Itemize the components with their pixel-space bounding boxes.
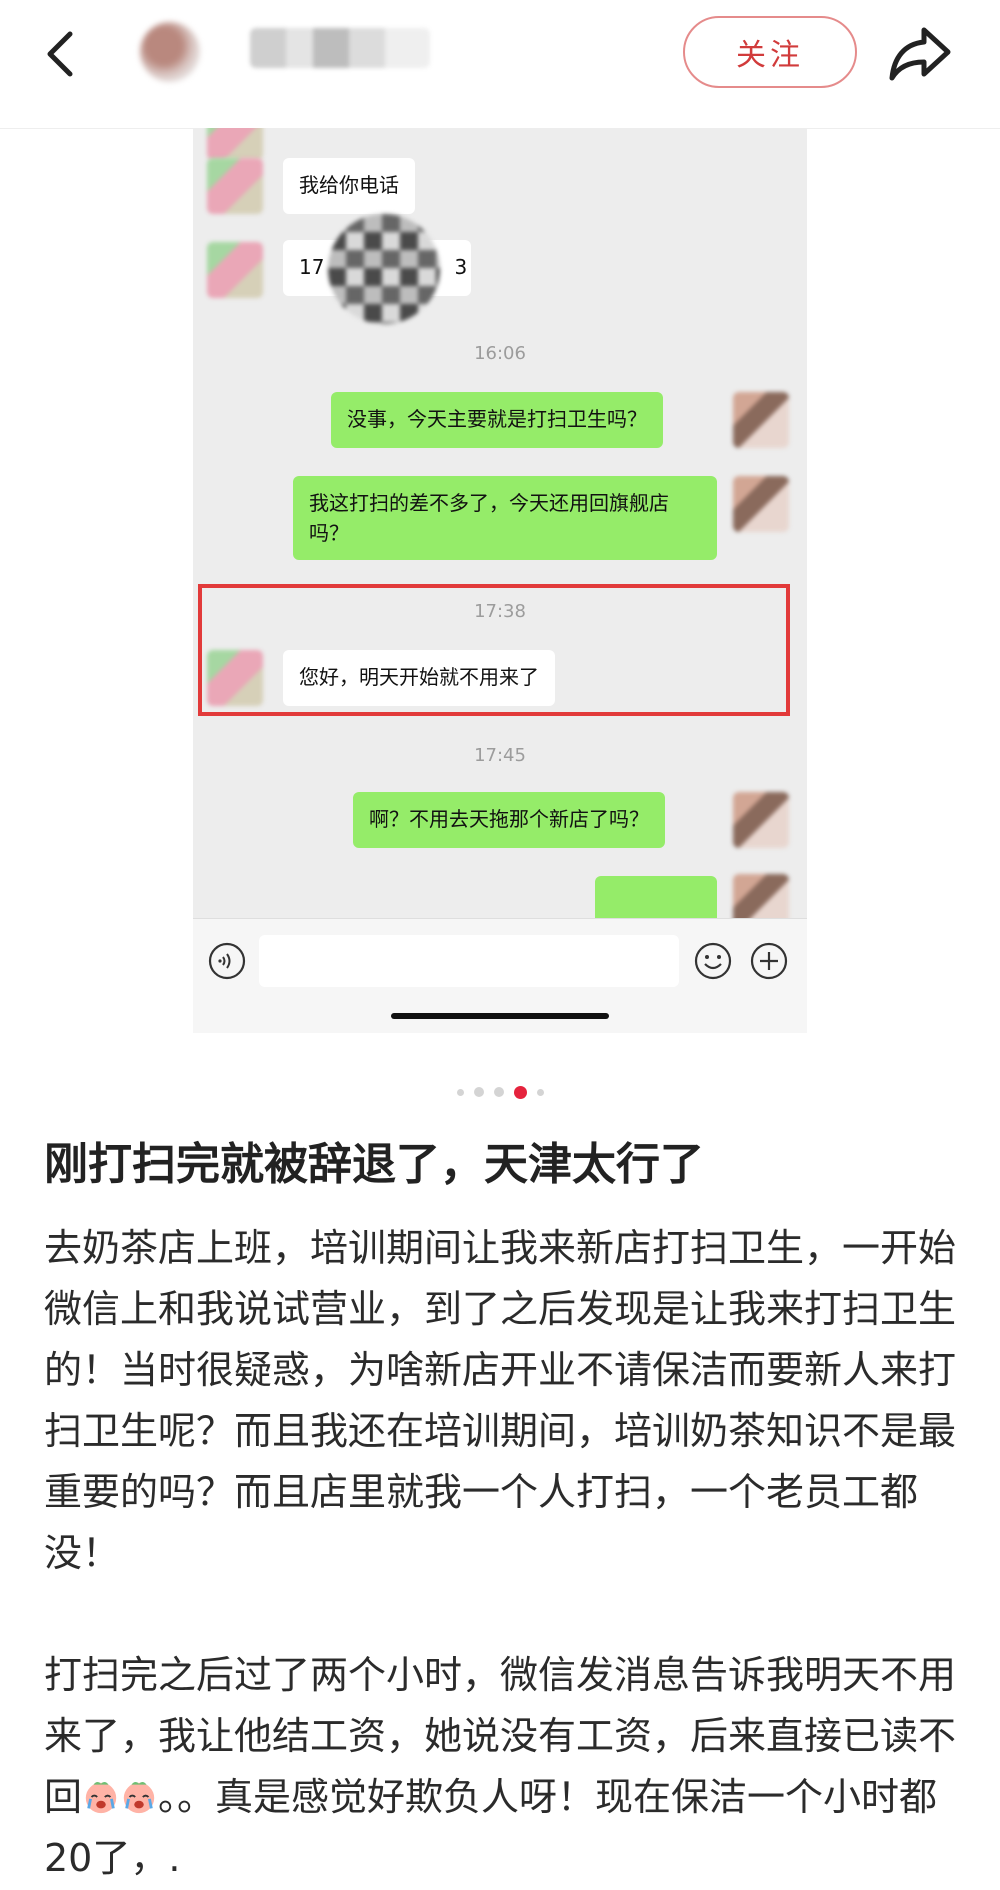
carousel-dot[interactable] bbox=[536, 1088, 544, 1096]
carousel-dot-active[interactable] bbox=[513, 1085, 527, 1099]
chat-bubble-right: 啊？不用去天拖那个新店了吗？ bbox=[353, 792, 665, 848]
post-title: 刚打扫完就被辞退了，天津太行了 bbox=[44, 1139, 704, 1190]
carousel-dot[interactable] bbox=[493, 1087, 504, 1097]
author-avatar[interactable] bbox=[140, 22, 200, 82]
post-paragraph: 去奶茶店上班，培训期间让我来新店打扫卫生，一开始微信上和我说试营业，到了之后发现… bbox=[44, 1226, 957, 1575]
red-highlight-box bbox=[198, 584, 790, 716]
crying-emoji-icon bbox=[85, 1782, 117, 1814]
plus-icon[interactable] bbox=[749, 941, 789, 981]
chat-bubble-right: 我这打扫的差不多了，今天还用回旗舰店吗？ bbox=[293, 476, 717, 560]
post-paragraph: 打扫完之后过了两个小时，微信发消息告诉我明天不用来了，我让他结工资，她说没有工资… bbox=[44, 1645, 964, 1889]
contact-avatar bbox=[207, 128, 263, 160]
emoji-icon[interactable] bbox=[693, 941, 733, 981]
carousel-indicator bbox=[0, 1082, 1000, 1102]
contact-avatar bbox=[207, 242, 263, 298]
phone-end: 3 bbox=[454, 255, 468, 279]
user-avatar bbox=[733, 476, 789, 532]
chat-timestamp: 16:06 bbox=[474, 343, 526, 364]
chat-bubble-left: 我给你电话 bbox=[283, 158, 415, 214]
user-avatar bbox=[733, 392, 789, 448]
chat-timestamp: 17:45 bbox=[474, 745, 526, 766]
author-name-blurred[interactable] bbox=[250, 28, 430, 68]
carousel-dot[interactable] bbox=[473, 1087, 484, 1097]
crying-emoji-icon bbox=[123, 1782, 155, 1814]
post-body: 去奶茶店上班，培训期间让我来新店打扫卫生，一开始微信上和我说试营业，到了之后发现… bbox=[44, 1218, 964, 1889]
post-paragraph-text: 。。真是感觉好欺负人呀！现在保洁一个小时都20了，. bbox=[44, 1775, 938, 1880]
message-input[interactable] bbox=[259, 935, 679, 987]
back-arrow-icon[interactable] bbox=[40, 30, 80, 78]
voice-icon[interactable] bbox=[207, 941, 247, 981]
mosaic-redaction bbox=[328, 214, 440, 324]
home-indicator bbox=[391, 1013, 609, 1019]
follow-button[interactable]: 关注 bbox=[683, 16, 857, 88]
chat-screenshot-image[interactable]: 我给你电话 17 3 16:06 没事，今天主要就是打扫卫生吗？ 我这打扫的差不多… bbox=[193, 128, 807, 1033]
user-avatar bbox=[733, 792, 789, 848]
phone-start: 17 bbox=[299, 255, 325, 279]
top-bar: 关注 bbox=[0, 0, 1000, 129]
share-arrow-icon[interactable] bbox=[888, 24, 952, 82]
contact-avatar bbox=[207, 158, 263, 214]
chat-bubble-right: 没事，今天主要就是打扫卫生吗？ bbox=[331, 392, 663, 448]
carousel-dot[interactable] bbox=[456, 1088, 464, 1096]
